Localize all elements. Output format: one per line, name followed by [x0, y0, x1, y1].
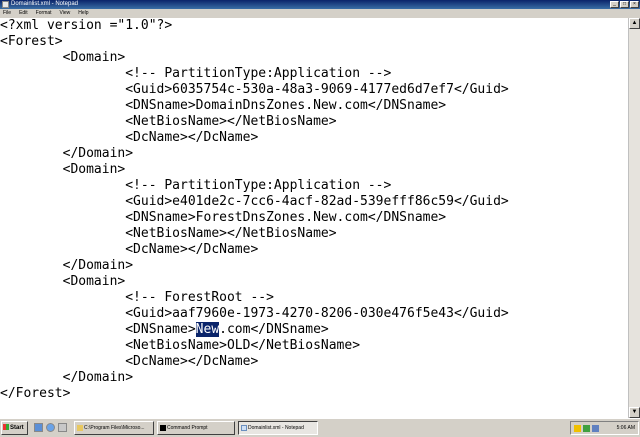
editor-line: <NetBiosName></NetBiosName> [0, 114, 337, 129]
start-button[interactable]: Start [1, 421, 28, 435]
editor-line: <!-- PartitionType:Application --> [0, 66, 392, 81]
line-suffix: .com</DNSname> [219, 322, 329, 337]
editor-line: <Guid>6035754c-530a-48a3-9069-4177ed6d7e… [0, 82, 509, 97]
editor-line-with-selection: <DNSname>New.com</DNSname> [0, 322, 329, 338]
text-selection[interactable]: New [195, 322, 220, 337]
volume-icon[interactable] [592, 425, 599, 432]
editor-line: <DNSname>DomainDnsZones.New.com</DNSname… [0, 98, 447, 113]
close-button[interactable]: × [630, 1, 639, 8]
task-label: Domainlist.xml - Notepad [248, 425, 304, 431]
editor-line: <Forest> [0, 34, 63, 49]
editor-line: <Guid>aaf7960e-1973-4270-8206-030e476f5e… [0, 306, 509, 321]
maximize-button[interactable]: □ [620, 1, 629, 8]
line-prefix: <DNSname> [0, 322, 196, 337]
folder-icon [77, 425, 83, 431]
show-desktop-icon[interactable] [34, 423, 43, 432]
notepad-icon [241, 425, 247, 431]
editor-line: <!-- PartitionType:Application --> [0, 178, 392, 193]
editor-line: <DcName></DcName> [0, 242, 259, 257]
menu-help[interactable]: Help [78, 9, 88, 18]
editor-line: <Domain> [0, 50, 126, 65]
task-command-prompt[interactable]: Command Prompt [157, 421, 235, 435]
window-controls: _ □ × [610, 1, 639, 8]
task-label: Command Prompt [167, 425, 208, 431]
editor-line: <NetBiosName></NetBiosName> [0, 226, 337, 241]
network-icon[interactable] [583, 425, 590, 432]
windows-logo-icon [3, 424, 9, 430]
editor-line: <Domain> [0, 162, 126, 177]
editor-line: <DcName></DcName> [0, 130, 259, 145]
task-label: C:\Program Files\Microso... [84, 425, 145, 431]
task-explorer[interactable]: C:\Program Files\Microso... [74, 421, 154, 435]
title-bar[interactable]: Domainlist.xml - Notepad _ □ × [0, 0, 640, 9]
editor-line: <DNSname>ForestDnsZones.New.com</DNSname… [0, 210, 447, 225]
clock[interactable]: 5:06 AM [617, 422, 635, 434]
menu-edit[interactable]: Edit [19, 9, 28, 18]
terminal-icon [160, 425, 166, 431]
minimize-button[interactable]: _ [610, 1, 619, 8]
warning-icon[interactable] [574, 425, 581, 432]
text-editor[interactable]: <?xml version ="1.0"?> <Forest> <Domain>… [0, 18, 628, 418]
menu-file[interactable]: File [3, 9, 11, 18]
menu-bar: File Edit Format View Help [0, 9, 640, 18]
notepad-icon [2, 1, 9, 8]
scroll-down-button[interactable]: ▼ [629, 407, 640, 418]
browser-icon[interactable] [46, 423, 55, 432]
system-tray: 5:06 AM [570, 421, 639, 435]
editor-line: </Domain> [0, 146, 134, 161]
vertical-scrollbar[interactable]: ▲ ▼ [628, 18, 640, 418]
editor-line: <Domain> [0, 274, 126, 289]
menu-view[interactable]: View [60, 9, 71, 18]
editor-line: </Domain> [0, 258, 134, 273]
editor-line: <?xml version ="1.0"?> [0, 18, 173, 33]
start-label: Start [10, 425, 24, 431]
editor-line: <Guid>e401de2c-7cc6-4acf-82ad-539efff86c… [0, 194, 509, 209]
window-title: Domainlist.xml - Notepad [11, 1, 79, 7]
scroll-up-button[interactable]: ▲ [629, 18, 640, 29]
task-notepad[interactable]: Domainlist.xml - Notepad [238, 421, 318, 435]
editor-line: </Forest> [0, 386, 71, 401]
editor-line: <!-- ForestRoot --> [0, 290, 274, 305]
menu-format[interactable]: Format [36, 9, 52, 18]
server-manager-icon[interactable] [58, 423, 67, 432]
editor-line: <NetBiosName>OLD</NetBiosName> [0, 338, 361, 353]
taskbar: Start C:\Program Files\Microso... Comman… [0, 418, 640, 437]
editor-line: </Domain> [0, 370, 134, 385]
editor-line: <DcName></DcName> [0, 354, 259, 369]
